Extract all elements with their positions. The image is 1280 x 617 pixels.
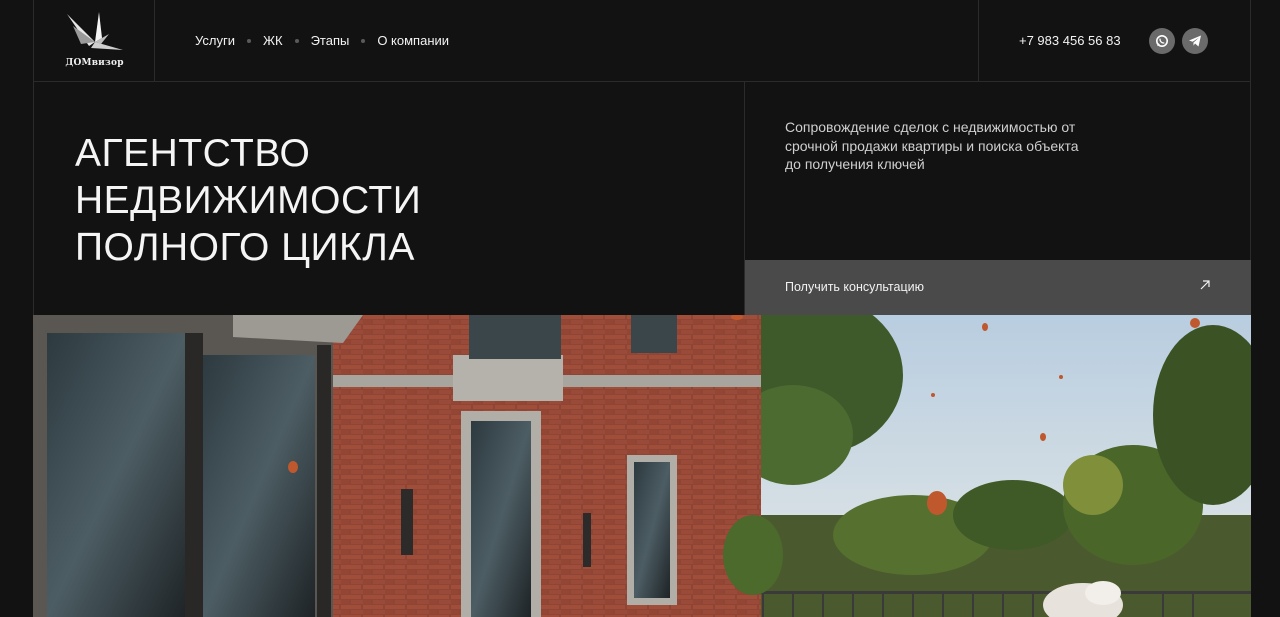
telegram-button[interactable] [1182,28,1208,54]
hero-headline-panel: АГЕНТСТВО НЕДВИЖИМОСТИ ПОЛНОГО ЦИКЛА [33,82,744,315]
whatsapp-button[interactable] [1149,28,1175,54]
logo-text: ДОМвизор [65,58,124,68]
consultation-button-label: Получить консультацию [785,280,924,294]
whatsapp-icon [1156,35,1168,47]
hero-info-panel: Сопровождение сделок с недвижимостью от … [744,82,1251,315]
header-contacts: +7 983 456 56 83 [978,0,1250,81]
page-frame: ДОМвизор Услуги ЖК Этапы О компании +7 9… [33,0,1251,617]
house-photo-illustration [33,315,1251,617]
headline-line: НЕДВИЖИМОСТИ [75,179,422,222]
site-header: ДОМвизор Услуги ЖК Этапы О компании +7 9… [33,0,1251,82]
hero-description: Сопровождение сделок с недвижимостью от … [785,119,1079,172]
nav-item-about[interactable]: О компании [377,33,449,48]
main-nav: Услуги ЖК Этапы О компании [195,0,449,81]
telegram-icon [1189,35,1201,47]
nav-item-complexes[interactable]: ЖК [263,33,283,48]
hero-headline: АГЕНТСТВО НЕДВИЖИМОСТИ ПОЛНОГО ЦИКЛА [75,130,421,271]
hero-photo [33,315,1251,617]
nav-item-services[interactable]: Услуги [195,33,235,48]
consultation-button[interactable]: Получить консультацию [745,260,1251,315]
nav-separator [361,38,366,43]
nav-item-stages[interactable]: Этапы [311,33,350,48]
headline-line: АГЕНТСТВО [75,132,311,175]
logo[interactable]: ДОМвизор [34,0,155,81]
nav-separator [294,38,299,43]
nav-separator [246,38,251,43]
logo-icon [67,12,123,50]
headline-line: ПОЛНОГО ЦИКЛА [75,226,415,269]
arrow-up-right-icon [1200,280,1210,290]
phone-link[interactable]: +7 983 456 56 83 [1019,33,1121,48]
